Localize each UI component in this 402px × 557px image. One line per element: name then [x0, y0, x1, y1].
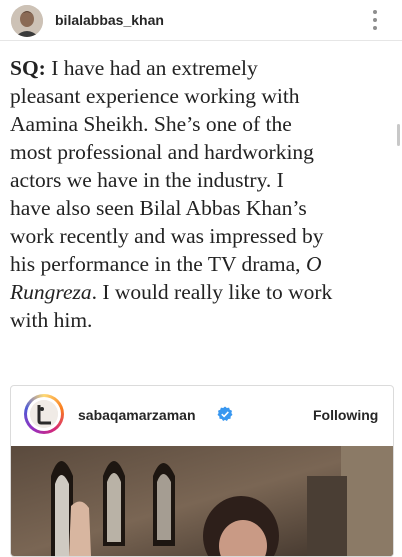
- text-line: pleasant experience working with: [10, 82, 395, 110]
- line-text: . I would really like to work: [91, 280, 333, 304]
- post-header: bilalabbas_khan: [0, 0, 402, 41]
- text-line: SQ: I have had an extremely: [10, 54, 395, 82]
- line-text: Aamina Sheikh. She’s one of the: [10, 112, 292, 136]
- embed-avatar-photo: [30, 400, 58, 428]
- scrollbar[interactable]: [397, 124, 400, 146]
- text-line: most professional and hardworking: [10, 138, 395, 166]
- text-line: with him.: [10, 306, 395, 334]
- line-text: actors we have in the industry. I: [10, 168, 284, 192]
- text-line: have also seen Bilal Abbas Khan’s: [10, 194, 395, 222]
- line-text: work recently and was impressed by: [10, 224, 324, 248]
- story-ring-avatar[interactable]: [24, 394, 64, 434]
- line-text: I have had an extremely: [45, 56, 258, 80]
- text-line: work recently and was impressed by: [10, 222, 395, 250]
- embed-username[interactable]: sabaqamarzaman: [78, 407, 196, 423]
- line-text: pleasant experience working with: [10, 84, 300, 108]
- verified-badge-icon: [217, 406, 233, 422]
- profile-avatar[interactable]: [11, 5, 43, 37]
- text-line: Rungreza. I would really like to work: [10, 278, 395, 306]
- line-text: with him.: [10, 308, 93, 332]
- embedded-instagram-post: sabaqamarzaman Following: [10, 385, 394, 557]
- following-button[interactable]: Following: [313, 407, 378, 423]
- drama-title: O: [305, 252, 322, 276]
- username[interactable]: bilalabbas_khan: [55, 12, 164, 28]
- drama-title: Rungreza: [10, 280, 92, 304]
- embed-header: sabaqamarzaman Following: [11, 386, 393, 444]
- text-line: Aamina Sheikh. She’s one of the: [10, 110, 395, 138]
- text-line: actors we have in the industry. I: [10, 166, 395, 194]
- speaker-initials: SQ:: [10, 56, 46, 80]
- line-text: have also seen Bilal Abbas Khan’s: [10, 196, 307, 220]
- text-line: his performance in the TV drama, O: [10, 250, 395, 278]
- embedded-post-photo[interactable]: [11, 446, 393, 556]
- interview-text: SQ: I have had an extremely pleasant expe…: [10, 54, 395, 334]
- line-text: most professional and hardworking: [10, 140, 314, 164]
- more-options-icon[interactable]: [365, 6, 385, 34]
- line-text: his performance in the TV drama,: [10, 252, 306, 276]
